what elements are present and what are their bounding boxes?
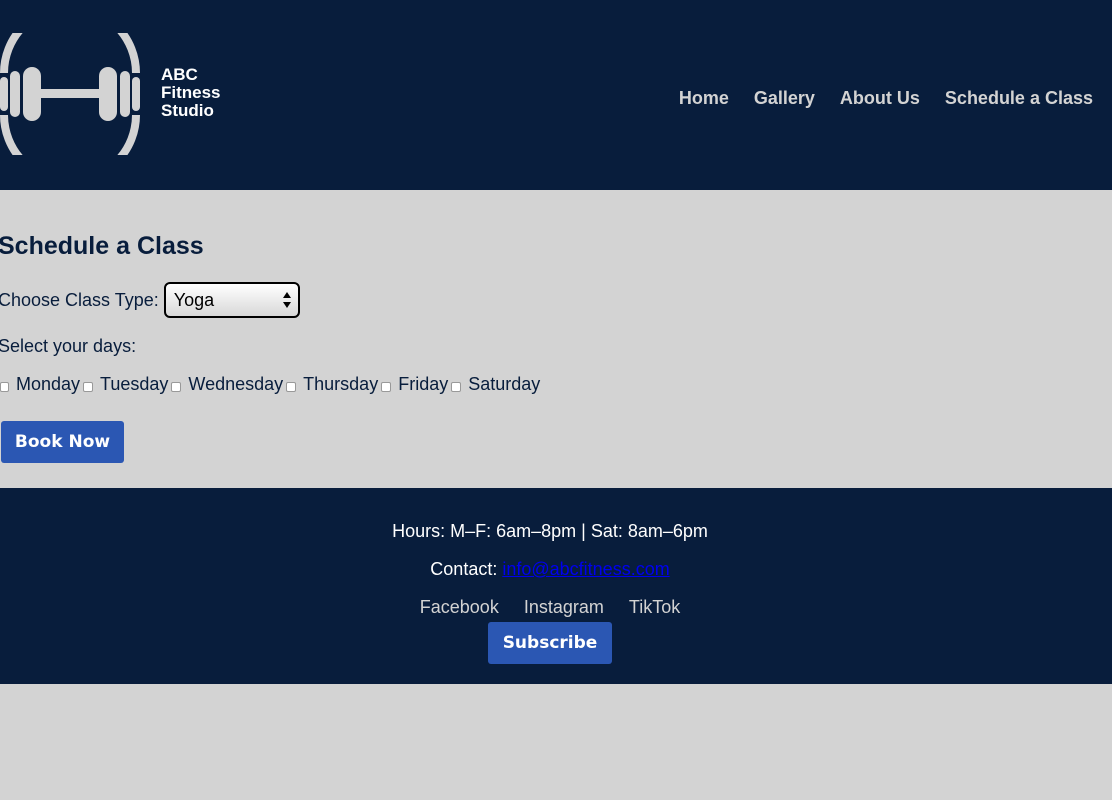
class-type-label: Choose Class Type: (0, 289, 159, 310)
day-label: Saturday (468, 374, 541, 394)
day-label: Monday (16, 374, 81, 394)
nav-home[interactable]: Home (679, 88, 729, 109)
checkbox-wednesday[interactable] (171, 382, 182, 392)
subscribe-button[interactable]: Subscribe (488, 622, 612, 664)
brand-line: Fitness (161, 83, 221, 102)
book-now-button[interactable]: Book Now (1, 421, 124, 463)
dumbbell-circle-icon[interactable] (0, 33, 150, 155)
social-tiktok-link[interactable]: TikTok (629, 597, 680, 618)
brand-name[interactable]: ABC Fitness Studio (161, 66, 221, 120)
nav-gallery[interactable]: Gallery (754, 88, 815, 109)
page-title: Schedule a Class (0, 232, 204, 260)
social-facebook-link[interactable]: Facebook (420, 597, 499, 618)
class-type-row: Choose Class Type: Yoga (0, 282, 300, 318)
nav-about-us[interactable]: About Us (840, 88, 920, 109)
days-checkbox-group: Monday Tuesday Wednesday Thursday Friday… (0, 374, 543, 395)
checkbox-monday[interactable] (0, 382, 9, 392)
day-option-saturday[interactable]: Saturday (451, 374, 540, 395)
class-type-select[interactable]: Yoga (163, 282, 300, 318)
day-label: Friday (398, 374, 449, 394)
day-option-tuesday[interactable]: Tuesday (83, 374, 168, 395)
day-label: Tuesday (100, 374, 169, 394)
days-label: Select your days: (0, 336, 137, 356)
hours-text: Hours: M–F: 6am–8pm | Sat: 8am–6pm (392, 521, 708, 541)
checkbox-tuesday[interactable] (83, 382, 94, 392)
day-option-friday[interactable]: Friday (381, 374, 448, 395)
checkbox-friday[interactable] (381, 382, 392, 392)
day-label: Thursday (303, 374, 379, 394)
site-header: ABC Fitness Studio Home Gallery About Us… (0, 0, 1112, 190)
contact-line: Contact: info@abcfitness.com (0, 559, 1106, 580)
day-option-thursday[interactable]: Thursday (286, 374, 378, 395)
checkbox-saturday[interactable] (451, 382, 462, 392)
main-nav: Home Gallery About Us Schedule a Class (679, 88, 1093, 109)
schedule-section: Schedule a Class Choose Class Type: Yoga… (0, 190, 1112, 488)
social-links: Facebook Instagram TikTok (0, 597, 1106, 618)
day-label: Wednesday (188, 374, 284, 394)
brand-line: Studio (161, 101, 214, 120)
site-footer: Hours: M–F: 6am–8pm | Sat: 8am–6pm Conta… (0, 488, 1112, 684)
day-option-monday[interactable]: Monday (0, 374, 80, 395)
nav-schedule-class[interactable]: Schedule a Class (945, 88, 1093, 109)
class-type-dropdown[interactable]: Yoga (165, 284, 298, 316)
brand-line: ABC (161, 65, 198, 84)
social-instagram-link[interactable]: Instagram (524, 597, 604, 618)
checkbox-thursday[interactable] (286, 382, 297, 392)
day-option-wednesday[interactable]: Wednesday (171, 374, 283, 395)
contact-email-link[interactable]: info@abcfitness.com (502, 559, 669, 579)
contact-label: Contact: (430, 559, 498, 579)
